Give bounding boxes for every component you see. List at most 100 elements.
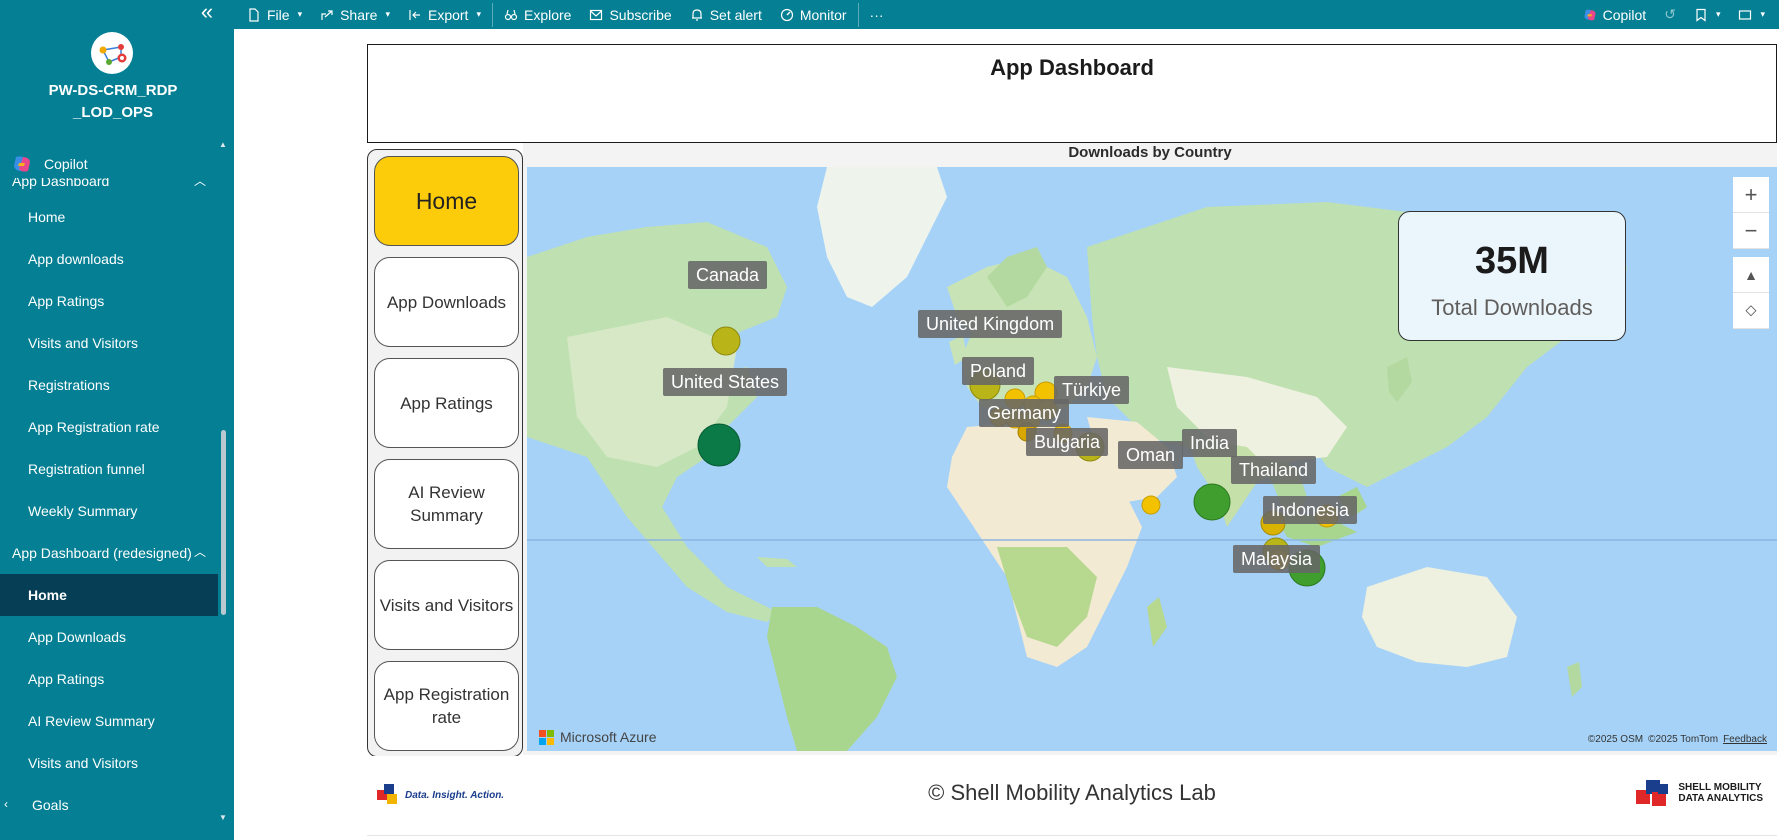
bookmark-icon (1696, 8, 1706, 22)
nav-item-app-registration-rate[interactable]: App Registration rate (0, 406, 218, 448)
scroll-up-icon[interactable]: ▲ (219, 140, 227, 149)
pitch-button[interactable]: ▲ (1733, 257, 1769, 293)
report-title: App Dashboard (990, 55, 1154, 80)
map-label-oman: Oman (1118, 441, 1184, 469)
page-button-home[interactable]: Home (374, 156, 519, 246)
nav-item-home-redesigned[interactable]: Home (0, 574, 218, 616)
nav-item-registrations[interactable]: Registrations (0, 364, 218, 406)
scroll-down-icon[interactable]: ▼ (219, 813, 227, 822)
copilot-icon (14, 156, 30, 172)
monitor-button[interactable]: Monitor (771, 0, 856, 29)
file-menu-button[interactable]: File ▾ (238, 0, 311, 29)
bubble-canada[interactable] (711, 326, 741, 356)
report-footer: Data. Insight. Action. © Shell Mobility … (367, 756, 1777, 836)
nav-item-visits-and-visitors[interactable]: Visits and Visitors (0, 322, 218, 364)
workspace-name: PW-DS-CRM_RDP_LOD_OPS (0, 80, 226, 124)
nav-item-label: App downloads (28, 251, 124, 267)
nav-item-weekly-summary[interactable]: Weekly Summary (0, 490, 218, 532)
file-icon (249, 7, 259, 22)
nav-item-label: Registration funnel (28, 461, 145, 477)
chevron-down-icon: ▾ (1715, 9, 1721, 19)
kpi-card-total-downloads: 35M Total Downloads (1398, 211, 1626, 341)
page-button-ai-review-summary[interactable]: AI Review Summary (374, 459, 519, 549)
nav-item-label: App Ratings (28, 671, 105, 687)
feedback-link[interactable]: Feedback (1723, 734, 1767, 745)
workspace-name-text: PW-DS-CRM_RDP_LOD_OPS (48, 82, 178, 121)
page-button-label: App Ratings (400, 393, 493, 413)
page-button-app-downloads[interactable]: App Downloads (374, 257, 519, 347)
binoculars-icon (504, 9, 518, 20)
south-america-shape (767, 607, 897, 751)
subscribe-button[interactable]: Subscribe (580, 0, 680, 29)
toolbar-divider (491, 2, 493, 27)
view-button[interactable]: ▾ (1729, 0, 1779, 29)
scrollbar-thumb[interactable] (221, 430, 226, 615)
nav-item-label: Registrations (28, 377, 110, 393)
kpi-label: Total Downloads (1431, 295, 1593, 320)
chevron-down-icon: ▾ (385, 9, 390, 19)
nav-item-label: Visits and Visitors (28, 335, 138, 351)
bookmark-button[interactable]: ▾ (1685, 0, 1730, 29)
nav-item-label: Weekly Summary (28, 503, 138, 519)
nav-item-label: App Downloads (28, 629, 127, 645)
madagascar-shape (1147, 597, 1167, 647)
map-title: Downloads by Country (1068, 144, 1232, 161)
zoom-out-button[interactable]: − (1733, 213, 1769, 249)
reset-button[interactable]: ↺ (1655, 0, 1685, 29)
page-button-app-registration-rate[interactable]: App Registration rate (374, 661, 519, 751)
nav-section-goals[interactable]: ‹ Goals (0, 784, 218, 826)
nav-item-home[interactable]: Home (0, 196, 218, 238)
nav-item-app-ratings[interactable]: App Ratings (0, 280, 218, 322)
nav-item-label: Home (28, 587, 67, 603)
nav-list: App Dashboard ︿ Home App downloads App R… (0, 178, 218, 840)
reset-icon: ↺ (1664, 6, 1676, 22)
nav-section-title: App Dashboard (redesigned) (12, 545, 192, 561)
cube-logo-icon (1636, 780, 1669, 806)
copilot-nav-item[interactable]: Copilot (12, 152, 88, 176)
more-options-button[interactable]: ··· (861, 0, 893, 29)
export-menu-button[interactable]: Export ▾ (399, 0, 490, 29)
credit-osm: ©2025 OSM (1587, 734, 1644, 745)
bubble-oman[interactable] (1141, 495, 1161, 515)
page-button-label: AI Review Summary (408, 483, 485, 525)
set-alert-button[interactable]: Set alert (681, 0, 771, 29)
copilot-button[interactable]: Copilot (1574, 0, 1656, 29)
workspace-logo-icon (99, 44, 127, 65)
map-label-malaysia: Malaysia (1233, 545, 1321, 573)
microsoft-logo-icon (539, 729, 554, 745)
australia-shape (1362, 567, 1517, 667)
chevron-down-icon: ▾ (476, 9, 481, 19)
page-button-app-ratings[interactable]: App Ratings (374, 358, 519, 448)
nav-item-registration-funnel[interactable]: Registration funnel (0, 448, 218, 490)
nav-item-ai-review-summary[interactable]: AI Review Summary (0, 700, 218, 742)
monitor-label: Monitor (799, 6, 847, 23)
kpi-value: 35M (1475, 240, 1549, 282)
report-toolbar: File ▾ Share ▾ Export ▾ Explore Subscrib… (234, 0, 1779, 29)
nav-section-app-dashboard[interactable]: App Dashboard ︿ (0, 178, 218, 196)
nav-item-app-downloads[interactable]: App downloads (0, 238, 218, 280)
nav-item-app-ratings-redesigned[interactable]: App Ratings (0, 658, 218, 700)
page-button-label: Visits and Visitors (379, 595, 514, 615)
map-label-canada: Canada (688, 261, 768, 289)
nav-item-visits-and-visitors-redesigned[interactable]: Visits and Visitors (0, 742, 218, 784)
explore-label: Explore (523, 6, 572, 23)
map-label-bulgaria: Bulgaria (1026, 428, 1109, 456)
compass-button[interactable]: ⬦ (1733, 293, 1769, 329)
share-menu-button[interactable]: Share ▾ (311, 0, 399, 29)
nav-item-label: AI Review Summary (28, 713, 155, 729)
more-options-icon: ··· (869, 6, 884, 23)
report-header: App Dashboard (367, 44, 1777, 143)
nav-section-title: App Dashboard (12, 178, 110, 189)
collapse-nav-button[interactable]: « (196, 1, 218, 24)
bubble-india[interactable] (1193, 483, 1231, 521)
explore-button[interactable]: Explore (495, 0, 580, 29)
nav-scrollbar[interactable]: ▲ ▼ (219, 140, 228, 822)
page-button-visits-and-visitors[interactable]: Visits and Visitors (374, 560, 519, 650)
page-button-label: App Downloads (386, 292, 507, 312)
nav-section-app-dashboard-redesigned[interactable]: App Dashboard (redesigned) ︿ (0, 532, 218, 574)
bubble-united-states[interactable] (697, 423, 741, 467)
nav-item-label: App Registration rate (28, 419, 160, 435)
zoom-in-button[interactable]: + (1733, 177, 1769, 213)
new-zealand-shape (1567, 662, 1582, 697)
nav-item-app-downloads-redesigned[interactable]: App Downloads (0, 616, 218, 658)
